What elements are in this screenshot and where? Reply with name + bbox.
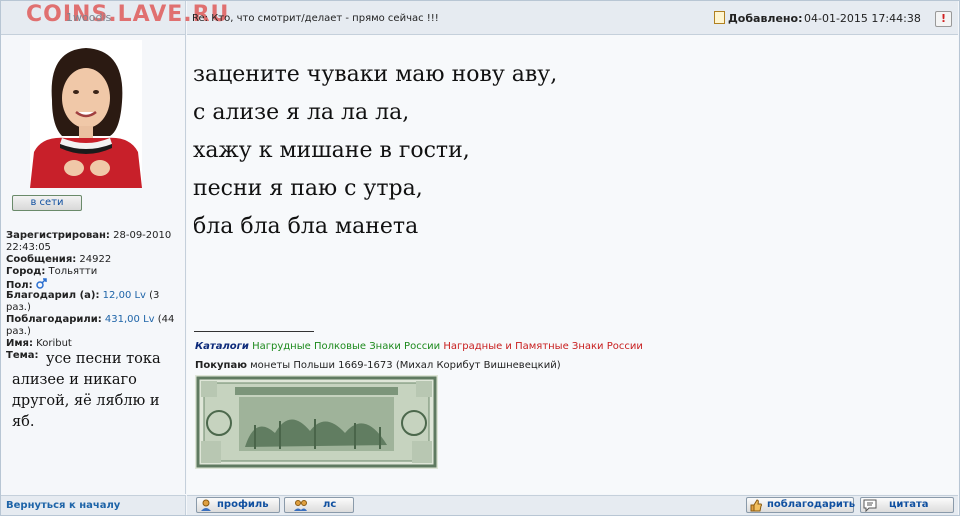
buying-label: Покупаю <box>195 360 247 371</box>
post-body: зацените чуваки маю нову аву, с ализе я … <box>193 56 557 246</box>
signature-link-awards[interactable]: Наградные и Памятные Знаки России <box>443 341 642 352</box>
thanked-label: Благодарил (а): <box>6 290 100 301</box>
male-icon <box>36 278 47 289</box>
signature-link-badges[interactable]: Нагрудные Полковые Знаки России <box>252 341 440 352</box>
city-label: Город: <box>6 266 46 277</box>
signature-catalogs-row: Каталоги Нагрудные Полковые Знаки России… <box>195 341 643 352</box>
quote-button[interactable]: цитата <box>860 497 954 513</box>
post-line: зацените чуваки маю нову аву, <box>193 62 558 87</box>
back-to-top-link[interactable]: Вернуться к началу <box>6 500 120 511</box>
quote-button-label: цитата <box>889 499 929 510</box>
post-subject: Re: Кто, что смотрит/делает - прямо сейч… <box>192 13 439 24</box>
banknote-image <box>195 375 438 469</box>
profile-button[interactable]: профиль <box>196 497 280 513</box>
registered-date: 28-09-2010 <box>113 230 172 241</box>
catalogs-label: Каталоги <box>195 341 249 352</box>
messages-info: Сообщения: 24922 <box>6 254 111 266</box>
online-status-button[interactable]: в сети <box>12 195 82 211</box>
got-thanks-value[interactable]: 431,00 Lv <box>105 314 155 325</box>
city-info: Город: Тольятти <box>6 266 97 278</box>
report-button[interactable]: ! <box>935 11 952 27</box>
theme-value: усе песни тока ализее и никаго другой, я… <box>12 351 161 430</box>
got-thanks-info: Поблагодарили: 431,00 Lv (44 раз.) <box>6 314 182 338</box>
buying-text: монеты Польши 1669-1673 (Михал Корибут В… <box>250 360 561 371</box>
registered-time: 22:43:05 <box>6 242 51 253</box>
name-value: Koribut <box>36 338 72 349</box>
thanked-info: Благодарил (а): 12,00 Lv (3 раз.) <box>6 290 182 314</box>
post-document-icon <box>714 11 725 24</box>
private-message-button[interactable]: лс <box>284 497 354 513</box>
messages-count: 24922 <box>79 254 112 265</box>
speech-bubble-icon <box>863 499 877 512</box>
signature-divider <box>194 331 314 332</box>
added-label: Добавлено: <box>728 12 803 25</box>
signature-buying-row: Покупаю монеты Польши 1669-1673 (Михал К… <box>195 360 561 371</box>
profile-button-label: профиль <box>217 499 269 510</box>
thank-button-label: поблагодарить <box>767 499 856 510</box>
post-line: хажу к мишане в гости, <box>193 138 470 163</box>
registered-label: Зарегистрирован: <box>6 230 110 241</box>
thank-button[interactable]: поблагодарить <box>746 497 856 513</box>
user-icon <box>201 499 211 511</box>
city-value: Тольятти <box>48 266 98 277</box>
thumbs-up-icon <box>750 499 762 512</box>
post-line: песни я паю с утра, <box>193 176 423 201</box>
messages-label: Сообщения: <box>6 254 77 265</box>
registered-info: Зарегистрирован: 28-09-2010 <box>6 230 171 242</box>
thanked-value[interactable]: 12,00 Lv <box>103 290 146 301</box>
post-line: бла бла бла манета <box>193 214 419 239</box>
post-date: 04-01-2015 17:44:38 <box>804 12 921 25</box>
users-icon <box>294 500 307 511</box>
author-name[interactable]: 1woodis <box>66 11 111 24</box>
post-line: с ализе я ла ла ла, <box>193 100 410 125</box>
user-avatar[interactable] <box>30 40 142 188</box>
private-message-button-label: лс <box>323 499 337 510</box>
got-thanks-label: Поблагодарили: <box>6 314 102 325</box>
name-label: Имя: <box>6 338 33 349</box>
